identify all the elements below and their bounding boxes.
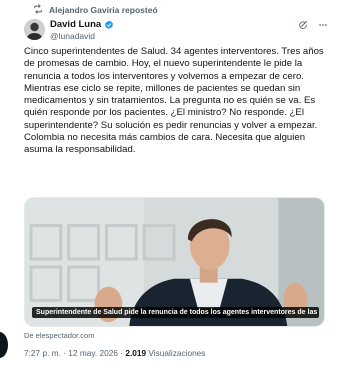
author-block: David Luna @lunadavid xyxy=(50,19,114,41)
scroll-edge-indicator xyxy=(0,332,8,358)
author-name[interactable]: David Luna xyxy=(50,19,101,30)
video-thumbnail[interactable]: Superintendente de Salud pide la renunci… xyxy=(24,197,325,327)
verified-badge-icon xyxy=(104,20,114,30)
grok-icon[interactable] xyxy=(298,20,308,30)
avatar[interactable] xyxy=(24,19,45,40)
repost-text: Alejandro Gaviria reposteó xyxy=(49,5,158,15)
views-label: Visualizaciones xyxy=(148,348,206,358)
repost-icon xyxy=(33,4,43,16)
tweet-card: Alejandro Gaviria reposteó David Luna @l… xyxy=(0,0,350,369)
views-count: 2.019 xyxy=(125,348,147,358)
author-handle[interactable]: @lunadavid xyxy=(50,31,114,41)
tweet-date[interactable]: 12 may. 2026 xyxy=(68,348,118,358)
link-source[interactable]: De elespectador.com xyxy=(24,331,94,340)
video-caption: Superintendente de Salud pide la renunci… xyxy=(32,307,319,318)
header-actions xyxy=(298,20,328,30)
tweet-meta: 7:27 p. m. · 12 may. 2026 · 2.019 Visual… xyxy=(24,348,205,358)
tweet-text: Cinco superintendentes de Salud. 34 agen… xyxy=(24,46,327,156)
tweet-time[interactable]: 7:27 p. m. xyxy=(24,348,61,358)
more-options-icon[interactable] xyxy=(318,20,328,30)
repost-indicator[interactable]: Alejandro Gaviria reposteó xyxy=(33,3,158,17)
